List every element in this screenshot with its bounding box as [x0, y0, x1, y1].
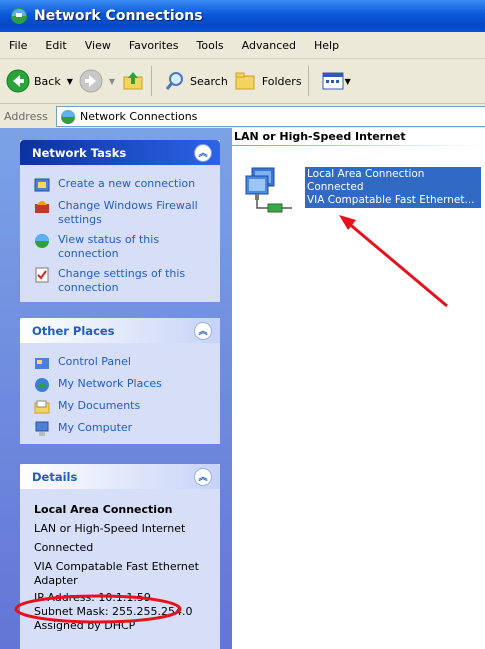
- annotation-ellipse-icon: [14, 594, 182, 624]
- annotation-overlay: [14, 215, 448, 624]
- annotation-arrow-icon: [346, 220, 448, 308]
